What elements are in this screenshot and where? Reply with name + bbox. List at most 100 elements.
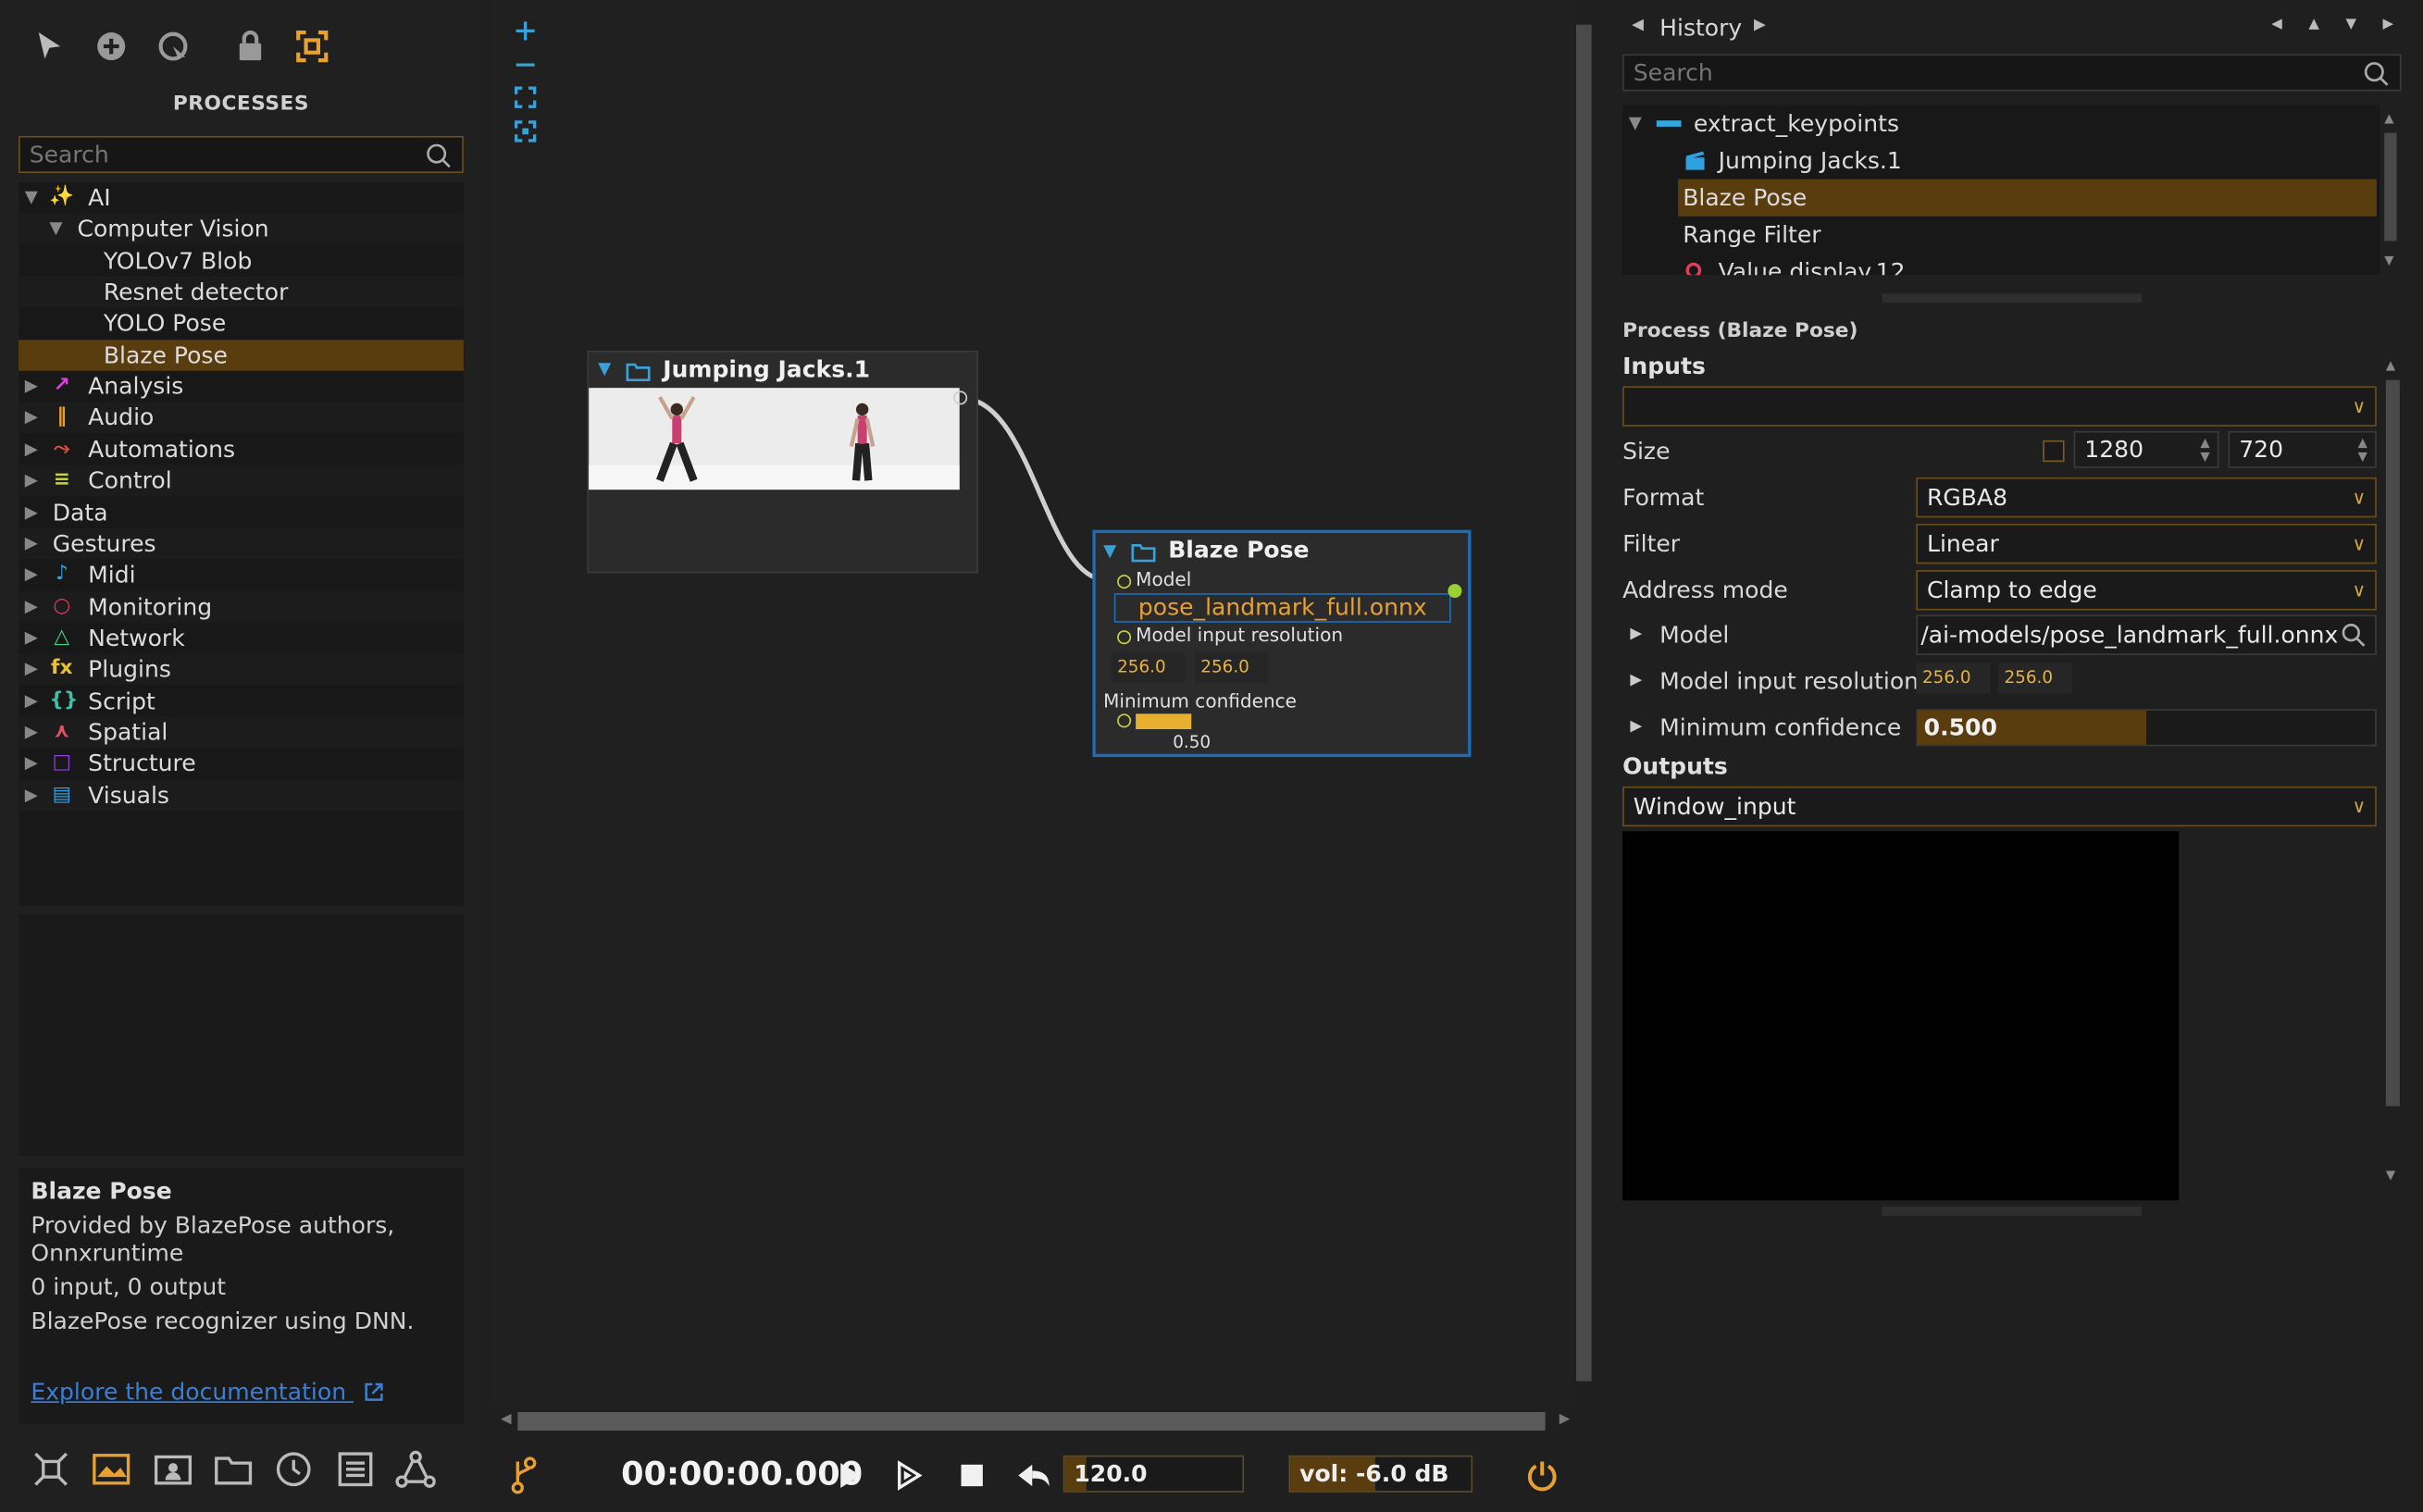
history-row-root[interactable]: ▼ extract_keypoints xyxy=(1622,105,2380,143)
model-path-field[interactable]: /ai-models/pose_landmark_full.onnx xyxy=(1916,614,2377,655)
tree-item[interactable]: ▶ □ Structure xyxy=(19,749,464,779)
tree-item[interactable]: ▶ ♪ Midi xyxy=(19,560,464,590)
play-icon[interactable] xyxy=(835,1458,865,1493)
history-search-input[interactable] xyxy=(1623,56,2400,90)
canvas-horizontal-scrollbar[interactable]: ◀ ▶ xyxy=(498,1409,1573,1434)
outputs-dropdown[interactable]: Window_input ∨ xyxy=(1622,786,2377,827)
dock-left-icon[interactable]: ◀ xyxy=(2271,17,2282,32)
tree-item[interactable]: ▶ ↗ Analysis xyxy=(19,371,464,402)
history-row-item[interactable]: Blaze Pose xyxy=(1678,179,2377,217)
expand-arrow-icon[interactable]: ▶ xyxy=(25,591,41,622)
expand-arrow-icon[interactable]: ▶ xyxy=(25,780,41,811)
jumping-jacks-node[interactable]: ▼ Jumping Jacks.1 xyxy=(587,350,978,574)
video-output-port[interactable] xyxy=(953,390,968,405)
processes-tab-icon[interactable] xyxy=(92,1449,131,1489)
size-height-field[interactable]: 720 ▲ ▼ xyxy=(2228,430,2377,468)
reinitialize-icon[interactable] xyxy=(1013,1458,1053,1493)
inputs-dropdown[interactable]: ∨ xyxy=(1622,386,2377,427)
canvas-vertical-scrollbar[interactable] xyxy=(1573,19,1595,1394)
expand-confidence-icon[interactable]: ▶ xyxy=(1630,718,1642,735)
tree-item[interactable]: ▼ ✨ AI xyxy=(19,182,464,213)
history-row-item[interactable]: Jumping Jacks.1 xyxy=(1622,143,2380,180)
history-row-item[interactable]: Range Filter xyxy=(1622,217,2380,254)
expand-arrow-icon[interactable]: ▶ xyxy=(25,717,41,748)
tree-item[interactable]: ▼ Computer Vision xyxy=(19,213,464,245)
process-search[interactable] xyxy=(19,135,464,173)
blaze-pose-node[interactable]: ▼ Blaze Pose Model pose_landmark_full.on… xyxy=(1092,529,1472,758)
keypoints-output-port[interactable] xyxy=(1448,584,1462,599)
expand-arrow-icon[interactable]: ▶ xyxy=(25,623,41,653)
expand-arrow-icon[interactable]: ▶ xyxy=(25,371,41,402)
play-cursor-tool-icon[interactable] xyxy=(155,28,192,65)
tree-item[interactable]: ▶ △ Network xyxy=(19,623,464,653)
tree-item[interactable]: ▶ Data xyxy=(19,497,464,527)
format-dropdown[interactable]: RGBA8 ∨ xyxy=(1916,477,2377,518)
expand-arrow-icon[interactable]: ▶ xyxy=(25,528,41,559)
devices-tab-icon[interactable] xyxy=(153,1449,193,1489)
add-process-icon[interactable] xyxy=(93,28,130,65)
model-file-field[interactable]: pose_landmark_full.onnx xyxy=(1113,593,1451,623)
resolution-width-input[interactable]: 256.0 xyxy=(1916,663,1991,694)
history-row-item[interactable]: Value display.12 xyxy=(1622,254,2380,276)
confidence-input-port[interactable] xyxy=(1117,713,1132,728)
expand-arrow-icon[interactable]: ▶ xyxy=(25,434,41,465)
tree-item[interactable]: ▶ ○ Monitoring xyxy=(19,590,464,623)
tree-item[interactable]: ▶ ≡ Control xyxy=(19,465,464,497)
branch-icon[interactable] xyxy=(510,1456,538,1495)
tree-item[interactable]: ▶ ‖ Audio xyxy=(19,402,464,434)
model-input-port[interactable] xyxy=(1117,575,1132,589)
tree-item[interactable]: Resnet detector xyxy=(19,276,464,308)
confidence-slider[interactable]: 0.500 xyxy=(1916,709,2377,747)
expand-arrow-icon[interactable]: ▶ xyxy=(25,749,41,779)
tree-item[interactable]: Blaze Pose xyxy=(19,339,464,371)
size-lock-checkbox[interactable] xyxy=(2043,440,2065,463)
documentation-link-label[interactable]: Explore the documentation xyxy=(31,1378,346,1406)
power-icon[interactable] xyxy=(1525,1458,1559,1493)
scenario-view-icon[interactable] xyxy=(31,1449,70,1489)
log-icon[interactable] xyxy=(335,1449,375,1489)
size-width-field[interactable]: 1280 ▲ ▼ xyxy=(2073,430,2219,468)
tree-item[interactable]: ▶ ⤳ Automations xyxy=(19,434,464,465)
expand-arrow-icon[interactable]: ▶ xyxy=(25,560,41,590)
history-next-icon[interactable]: ▶ xyxy=(1754,17,1766,33)
collapse-arrow-icon[interactable]: ▼ xyxy=(49,214,65,244)
tree-item[interactable]: ▶ ▤ Visuals xyxy=(19,779,464,811)
inspector-scrollbar[interactable]: ▲ ▼ xyxy=(2383,358,2402,1184)
resolution-width-field[interactable]: 256.0 xyxy=(1111,651,1186,683)
history-icon[interactable] xyxy=(274,1449,314,1489)
expand-arrow-icon[interactable]: ▶ xyxy=(25,497,41,527)
tree-item[interactable]: ▶ {} Script xyxy=(19,686,464,716)
dock-right-icon[interactable]: ▶ xyxy=(2383,17,2394,32)
tree-item[interactable]: YOLOv7 Blob xyxy=(19,245,464,276)
process-search-input[interactable] xyxy=(19,137,463,172)
confidence-slider[interactable] xyxy=(1136,713,1248,730)
tree-item[interactable]: ▶ Gestures xyxy=(19,527,464,560)
resolution-height-input[interactable]: 256.0 xyxy=(1997,663,2072,694)
expand-arrow-icon[interactable]: ▶ xyxy=(25,686,41,716)
node-canvas[interactable]: ▼ Jumping Jacks.1 ▼ Blaze Pose Model pos… xyxy=(491,0,1573,1407)
filter-dropdown[interactable]: Linear ∨ xyxy=(1916,523,2377,564)
address-mode-dropdown[interactable]: Clamp to edge ∨ xyxy=(1916,570,2377,611)
folder-icon[interactable] xyxy=(213,1449,253,1489)
history-prev-icon[interactable]: ◀ xyxy=(1632,17,1644,33)
dock-down-icon[interactable]: ▼ xyxy=(2345,17,2356,32)
play-globally-icon[interactable] xyxy=(893,1458,927,1493)
history-scrollbar[interactable]: ▲ ▼ xyxy=(2383,111,2399,272)
documentation-link[interactable]: Explore the documentation xyxy=(31,1378,384,1406)
expand-arrow-icon[interactable]: ▶ xyxy=(25,465,41,496)
volume-field[interactable]: vol: -6.0 dB xyxy=(1288,1455,1473,1493)
splitter-handle[interactable] xyxy=(1882,293,2143,304)
pointer-tool-icon[interactable] xyxy=(31,28,68,65)
resolution-height-field[interactable]: 256.0 xyxy=(1194,651,1269,683)
tempo-field[interactable]: 120.0 xyxy=(1062,1455,1245,1493)
dock-up-icon[interactable]: ▲ xyxy=(2308,17,2319,32)
history-search[interactable] xyxy=(1622,54,2402,92)
splitter-handle[interactable] xyxy=(1882,1206,2143,1216)
blaze-pose-node-header[interactable]: ▼ Blaze Pose xyxy=(1096,533,1468,570)
tree-item[interactable]: ▶ ⋏ Spatial xyxy=(19,716,464,748)
expand-arrow-icon[interactable]: ▶ xyxy=(25,403,41,433)
stop-icon[interactable] xyxy=(958,1461,986,1489)
collapse-arrow-icon[interactable]: ▼ xyxy=(25,182,41,213)
tree-item[interactable]: YOLO Pose xyxy=(19,308,464,339)
expand-resolution-icon[interactable]: ▶ xyxy=(1630,672,1642,688)
